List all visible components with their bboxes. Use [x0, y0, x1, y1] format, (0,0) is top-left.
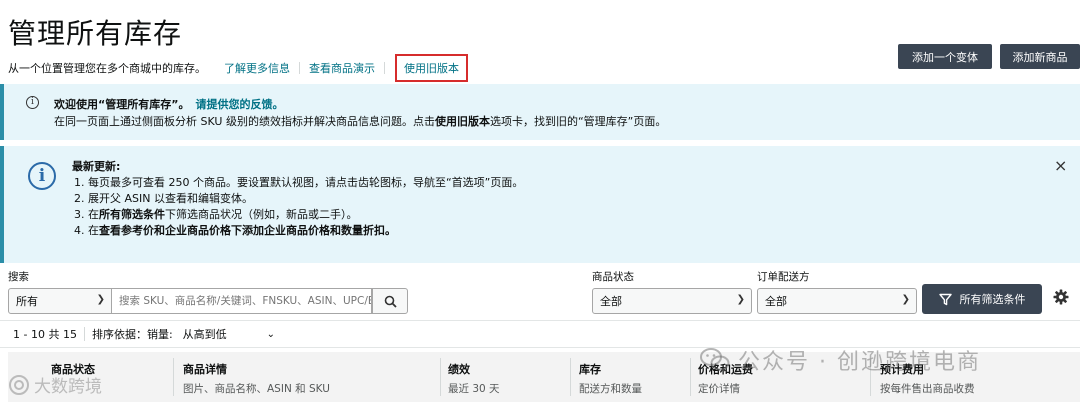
column-subtitle: 最近 30 天: [448, 383, 500, 395]
chevron-down-icon: ❯: [901, 294, 910, 305]
welcome-body-text: 在同一页面上通过侧面板分析 SKU 级别的绩效指标并解决商品信息问题。点击: [54, 115, 435, 128]
welcome-banner: i 欢迎使用“管理所有库存”。 请提供您的反馈。 在同一页面上通过侧面板分析 SK…: [0, 84, 1080, 140]
watermark-left: 大数跨境: [8, 372, 102, 397]
update-item: 3. 在所有筛选条件下筛选商品状况（例如，新品或二手）。: [74, 207, 523, 223]
product-demo-link[interactable]: 查看商品演示: [309, 60, 375, 76]
page-description: 从一个位置管理您在多个商城中的库存。: [8, 62, 206, 75]
feedback-link[interactable]: 请提供您的反馈。: [195, 98, 283, 111]
column-header-performance[interactable]: 绩效最近 30 天: [448, 361, 500, 396]
fulfillment-label: 订单配送方: [757, 271, 810, 283]
chevron-down-icon: ⌄: [266, 328, 276, 340]
subtitle-row: 从一个位置管理您在多个商城中的库存。 了解更多信息 查看商品演示 使用旧版本: [8, 54, 468, 82]
status-label: 商品状态: [592, 271, 634, 283]
column-title: 库存: [579, 363, 601, 376]
update-text: 4. 在: [74, 224, 99, 237]
wechat-icon: [700, 348, 730, 371]
search-input[interactable]: [112, 288, 372, 314]
search-label: 搜索: [8, 271, 29, 283]
close-icon[interactable]: ×: [1054, 156, 1067, 175]
column-title: 商品详情: [183, 363, 227, 376]
column-divider: [173, 358, 174, 396]
column-divider: [440, 358, 441, 396]
chevron-down-icon: ❯: [736, 294, 745, 305]
watermark-left-text: 大数跨境: [34, 377, 102, 397]
update-item: 2. 展开父 ASIN 以查看和编辑变体。: [74, 192, 253, 205]
update-bold: 所有筛选条件: [99, 208, 165, 221]
column-header-details[interactable]: 商品详情图片、商品名称、ASIN 和 SKU: [183, 361, 330, 396]
status-select[interactable]: 全部 ❯: [592, 288, 752, 314]
fulfillment-select[interactable]: 全部 ❯: [757, 288, 917, 314]
update-item: 4. 在查看参考价和企业商品价格下添加企业商品价格和数量折扣。: [74, 223, 523, 239]
link-divider: [384, 62, 385, 74]
all-filters-button[interactable]: 所有筛选条件: [922, 284, 1042, 314]
use-legacy-version-link[interactable]: 使用旧版本: [395, 54, 468, 82]
search-icon: [384, 295, 397, 308]
watermark-text: 公众号 · 创逊跨境电商: [738, 350, 981, 375]
divider: [83, 327, 85, 341]
sort-value: 从高到低: [182, 328, 227, 341]
column-subtitle: 配送方和数量: [579, 383, 642, 395]
update-bold: 查看参考价和企业商品价格下添加企业商品价格和数量折扣。: [99, 224, 396, 237]
learn-more-link[interactable]: 了解更多信息: [224, 60, 290, 76]
column-header-inventory[interactable]: 库存 配送方和数量: [579, 361, 642, 396]
updates-list: 1. 每页最多可查看 250 个商品。要设置默认视图，请点击齿轮图标，导航至“首…: [74, 175, 523, 239]
sort-select[interactable]: 从高到低 ⌄: [183, 326, 275, 342]
page-title: 管理所有库存: [8, 17, 183, 50]
add-product-button[interactable]: 添加新商品: [1000, 44, 1080, 69]
search-scope-value: 所有: [16, 295, 38, 308]
watermark: 公众号 · 创逊跨境电商: [700, 344, 981, 376]
filter-icon: [938, 293, 952, 305]
column-divider: [570, 358, 571, 396]
all-filters-label: 所有筛选条件: [959, 293, 1026, 306]
welcome-body-bold: 使用旧版本: [434, 115, 490, 128]
column-divider: [690, 358, 691, 396]
chevron-down-icon: ❯: [96, 294, 105, 305]
update-item: 1. 每页最多可查看 250 个商品。要设置默认视图，请点击齿轮图标，导航至“首…: [74, 176, 524, 189]
link-divider: [299, 62, 300, 74]
update-text: 下筛选商品状况（例如，新品或二手）。: [165, 208, 358, 221]
updates-title: 最新更新:: [72, 160, 121, 173]
welcome-body: 在同一页面上通过侧面板分析 SKU 级别的绩效指标并解决商品信息问题。点击使用旧…: [54, 113, 666, 129]
column-subtitle: 按每件售出商品收费: [880, 383, 975, 395]
column-title: 绩效: [448, 363, 470, 376]
logo-icon: [9, 374, 29, 395]
search-button[interactable]: [372, 288, 408, 314]
welcome-title-text: 欢迎使用“管理所有库存”。: [54, 98, 190, 111]
updates-banner: i 最新更新: 1. 每页最多可查看 250 个商品。要设置默认视图，请点击齿轮…: [0, 146, 1080, 263]
fulfillment-value: 全部: [765, 295, 787, 308]
welcome-title: 欢迎使用“管理所有库存”。 请提供您的反馈。: [54, 96, 283, 112]
column-subtitle: 图片、商品名称、ASIN 和 SKU: [183, 383, 330, 395]
status-value: 全部: [600, 295, 622, 308]
update-text: 3. 在: [74, 208, 99, 221]
info-icon: i: [26, 96, 39, 109]
result-count: 1 - 10 共 15: [13, 328, 77, 341]
column-subtitle: 定价详情: [698, 383, 740, 395]
search-scope-select[interactable]: 所有 ❯: [8, 288, 112, 314]
info-circle-icon: i: [28, 162, 56, 190]
gear-icon[interactable]: [1053, 289, 1069, 305]
sort-label: 排序依据：销量:: [91, 328, 173, 341]
welcome-body-text-end: 选项卡，找到旧的“管理库存”页面。: [489, 115, 667, 128]
add-variant-button[interactable]: 添加一个变体: [898, 44, 992, 69]
